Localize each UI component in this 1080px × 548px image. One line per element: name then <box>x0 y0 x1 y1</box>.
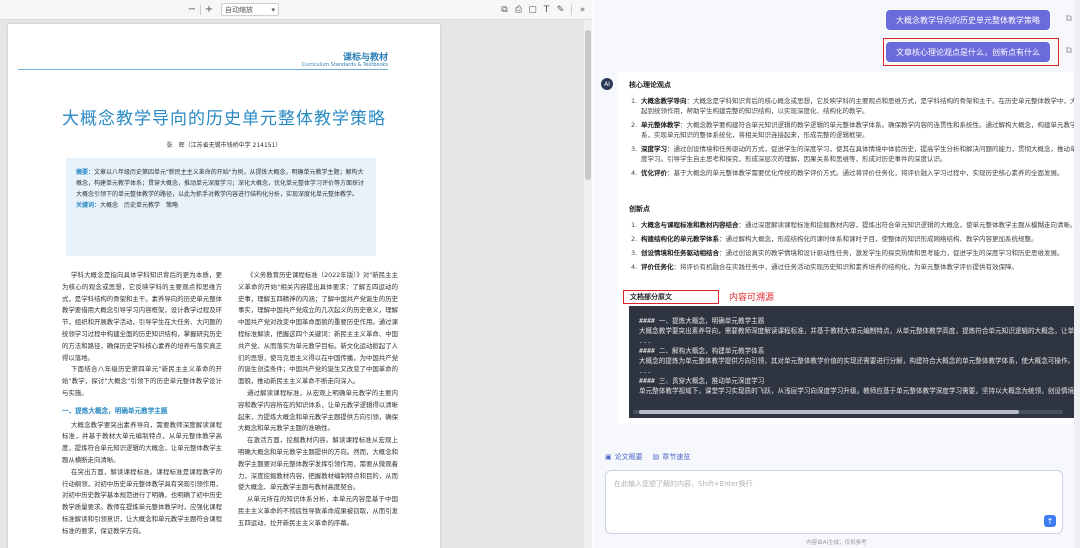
text-tool-icon[interactable]: T <box>541 3 552 17</box>
pdf-scrollbar-thumb[interactable] <box>585 30 591 180</box>
copy-icon[interactable]: ⧉ <box>1066 14 1072 24</box>
excerpt-line: #### 一、提炼大概念，明确单元教学主题 <box>639 317 765 325</box>
answer-item: 2. 构建结构化的单元教学体系：通过解构大概念，形成结构化的课时体系和课时子目，… <box>631 235 1038 243</box>
keywords-text: 大概念 历史单元教学 策略 <box>100 202 179 209</box>
answer-section-title: 核心理论观点 <box>629 81 671 89</box>
excerpt-line: #### 二、解构大概念，构建单元教学体系 <box>639 347 765 355</box>
answer-item: 1. 大概念教学导向：大概念是学科知识背后的核心概念或思想，它反映学科的主要观点… <box>631 97 1080 115</box>
pdf-toolbar: − + 自动缩放 ▾ ⧉ ⎙ ▢ T ✎ » <box>0 0 592 20</box>
body-paragraph: 下面结合八年级历史第四单元"新民主主义革命的开始"教学，探讨"大概念"引领下的历… <box>62 365 222 397</box>
abstract-text: 文章以八年级历史第四单元"新民主主义革命的开始"为例，从提炼大概念，明确单元教学… <box>76 169 365 198</box>
header-rule <box>18 69 388 70</box>
answer-list: 1. 大概念与课程标准和教材内容结合：通过深度解读课程标准和挖掘教材内容，提炼出… <box>631 220 1080 276</box>
body-paragraph: 大概念教学要突出素养导向，需要教师深度解读课程标准，并基于教材大单元编制特点，从… <box>62 420 222 464</box>
paper-title: 大概念教学导向的历史单元整体教学策略 <box>62 109 386 129</box>
excerpt-scrollbar-thumb[interactable] <box>639 410 1019 414</box>
body-paragraph: 在激活方面，挖掘教材内容。解读课程标准从宏观上明确大概念和单元教学主题提供的方向… <box>238 436 398 492</box>
chevron-down-icon: ▾ <box>271 5 275 14</box>
open-file-icon[interactable]: ⧉ <box>499 3 510 17</box>
source-excerpt-tag[interactable]: 文档部分原文 <box>623 290 719 304</box>
toolbar-divider <box>200 4 201 15</box>
paper-author: 张 辉（江苏省无锡市钱桥中学 214151） <box>166 142 282 149</box>
tab-label: 章节速览 <box>662 453 691 461</box>
body-column-left: 学科大概念是指向具体学科知识背后的更为本质，更为核心的观念或思想，它反映学科的主… <box>62 270 222 538</box>
traceability-note: 内容可溯源 <box>729 293 775 303</box>
toolbar-divider <box>571 5 572 15</box>
chat-input[interactable] <box>614 479 1034 499</box>
journal-name-en: Curriculum Standards & Textbooks <box>301 62 388 68</box>
user-message: 大概念教学导向的历史单元整体教学策略 <box>886 10 1050 30</box>
more-tools-button[interactable]: » <box>577 3 588 17</box>
body-column-right: 《义务教育历史课程标准（2022年版）》对"新民主主义革命的开始"相关内容提出具… <box>238 270 398 530</box>
excerpt-line: ... <box>639 337 651 345</box>
tab-label: 论文概要 <box>614 453 643 461</box>
body-paragraph: 《义务教育历史课程标准（2022年版）》对"新民主主义革命的开始"相关内容提出具… <box>238 271 398 386</box>
excerpt-line: ... <box>639 367 651 375</box>
section-heading: 一、提炼大概念，明确单元教学主题 <box>62 406 168 415</box>
chat-input-box: ↑ <box>605 470 1063 534</box>
answer-item: 3. 深度学习：通过创设情境和任务驱动的方式，促进学生的深度学习，使其在具体情境… <box>631 145 1080 163</box>
pdf-page: 课标与教材 Curriculum Standards & Textbooks 大… <box>8 24 440 548</box>
source-excerpt-block: #### 一、提炼大概念，明确单元教学主题 大概念教学要突出素养导向，需要教师深… <box>629 306 1080 418</box>
answer-item: 3. 创设情境和任务驱动相结合：通过创设真实的教学情境和设计驱动性任务，激发学生… <box>631 249 1064 257</box>
question-highlight-box <box>883 38 1059 66</box>
draw-tool-icon[interactable]: ✎ <box>555 3 566 17</box>
chapter-icon: ▤ <box>652 453 660 461</box>
send-button[interactable]: ↑ <box>1044 515 1056 527</box>
copy-icon[interactable]: ⧉ <box>1066 46 1072 56</box>
tab-chapter-overview[interactable]: ▤ 章节速览 <box>653 452 691 462</box>
body-paragraph: 学科大概念是指向具体学科知识背后的更为本质，更为核心的观念或思想，它反映学科的主… <box>62 271 222 362</box>
answer-item: 4. 优化评价：基于大概念的单元整体教学需要优化传统的教学评价方式。通过将评价任… <box>631 169 1064 177</box>
abstract-label: 摘要： <box>76 169 95 176</box>
abstract-box: 摘要：文章以八年级历史第四单元"新民主主义革命的开始"为例，从提炼大概念，明确单… <box>66 158 376 256</box>
excerpt-line: 大概念的提炼为单元整体教学提供方向引领，其对单元整体教学价值的实现还需要进行分解… <box>639 357 1075 365</box>
answer-item: 4. 评价任务化：将评价有机融合在实践任务中，通过任务活动实现历史知识和素养培养… <box>631 263 1018 271</box>
answer-item: 1. 大概念与课程标准和教材内容结合：通过深度解读课程标准和挖掘教材内容，提炼出… <box>631 221 1077 229</box>
answer-section-title: 创新点 <box>629 205 650 213</box>
zoom-in-button[interactable]: + <box>203 3 215 17</box>
body-paragraph: 在突出方面，解读课程标准。课程标准是课程教学的行动纲领，对初中历史单元整体教学具… <box>62 467 222 535</box>
ai-answer-card: 核心理论观点 1. 大概念教学导向：大概念是学科知识背后的核心概念或思想，它反映… <box>617 72 1080 424</box>
chat-pane: 大概念教学导向的历史单元整体教学策略 ⧉ 文章核心理论观点是什么，创新点有什么 … <box>593 0 1080 548</box>
chat-scrollbar[interactable] <box>1074 0 1080 548</box>
excerpt-line: #### 三、贯穿大概念，推动单元深度学习 <box>639 377 765 385</box>
answer-item: 2. 单元整体教学：大概念教学要构建符合单元知识逻辑的教学逻辑的单元整体教学体系… <box>631 121 1080 139</box>
body-paragraph: 从单元所在的知识体系分析，本单元内容是基于中国民主主义革命的不彻底性导致革命成果… <box>238 495 398 527</box>
keywords-label: 关键词： <box>76 202 101 209</box>
tab-paper-summary[interactable]: ▣ 论文概要 <box>605 452 643 462</box>
answer-list: 1. 大概念教学导向：大概念是学科知识背后的核心概念或思想，它反映学科的主要观点… <box>631 96 1080 182</box>
save-icon[interactable]: ▢ <box>527 3 538 17</box>
body-paragraph: 通过解读课程标准，从宏观上明确单元教学的主要内容和教学内容所在的知识体系，让单元… <box>238 388 398 433</box>
zoom-select-value: 自动缩放 <box>225 5 253 14</box>
ai-avatar: AI <box>601 78 613 90</box>
print-icon[interactable]: ⎙ <box>513 3 524 17</box>
summary-icon: ▣ <box>605 453 612 461</box>
zoom-select[interactable]: 自动缩放 ▾ <box>221 3 279 16</box>
excerpt-line: 单元整体教学视域下，课堂学习实现质的飞跃，从浅层学习向深度学习升级。教师应基于单… <box>639 387 1080 395</box>
chat-tabs: ▣ 论文概要 ▤ 章节速览 <box>605 452 690 462</box>
ai-disclaimer: 内容由AI生成，仅供参考 <box>806 540 867 546</box>
pdf-viewer: − + 自动缩放 ▾ ⧉ ⎙ ▢ T ✎ » 课标与教材 Curriculum … <box>0 0 592 548</box>
zoom-out-button[interactable]: − <box>186 3 198 17</box>
excerpt-line: 大概念教学要突出素养导向，需要教师深度解读课程标准，并基于教材大单元编制特点，从… <box>639 327 1080 335</box>
